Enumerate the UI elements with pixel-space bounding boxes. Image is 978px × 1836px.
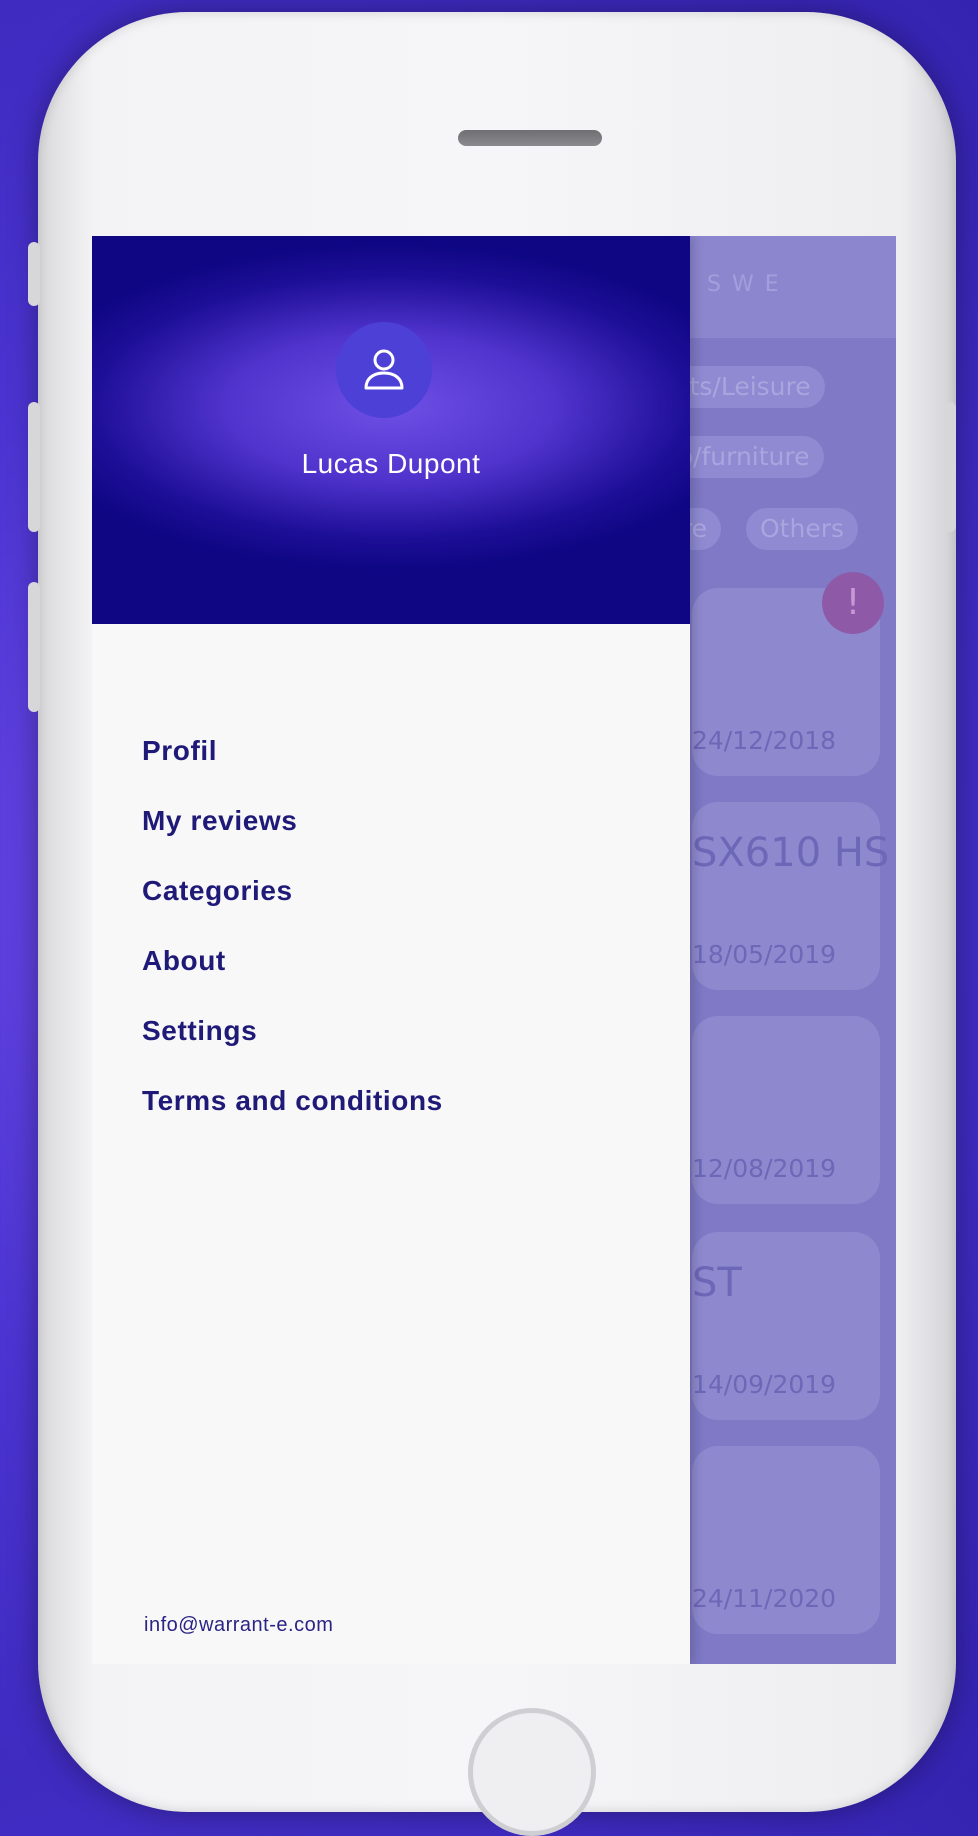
avatar[interactable] <box>336 322 432 418</box>
card-date: 24/12/2018 <box>692 726 837 755</box>
card-date: 18/05/2019 <box>692 940 837 969</box>
card-title: SX610 HS <box>692 830 890 876</box>
menu-item-profil[interactable]: Profil <box>142 716 443 786</box>
drawer-menu: Profil My reviews Categories About Setti… <box>142 716 443 1136</box>
power-button <box>944 402 956 532</box>
card-date: 12/08/2019 <box>692 1154 837 1183</box>
card-title: ST <box>692 1260 742 1306</box>
home-button[interactable] <box>468 1708 596 1836</box>
category-chip[interactable]: Others <box>746 508 859 550</box>
drawer-header: Lucas Dupont <box>92 236 690 624</box>
screen: S W E orts/Leisure co/furniture ure Othe… <box>92 236 896 1664</box>
user-icon <box>364 349 404 390</box>
menu-item-about[interactable]: About <box>142 926 443 996</box>
contact-email[interactable]: info@warrant-e.com <box>144 1614 333 1637</box>
navigation-drawer: Lucas Dupont Profil My reviews Categorie… <box>92 236 690 1664</box>
volume-up-button <box>28 242 40 306</box>
card-date: 24/11/2020 <box>692 1584 837 1613</box>
product-card[interactable]: SX610 HS 18/05/2019 <box>692 802 889 990</box>
volume-button-2 <box>28 582 40 712</box>
card-date: 14/09/2019 <box>692 1370 837 1399</box>
menu-item-categories[interactable]: Categories <box>142 856 443 926</box>
user-name: Lucas Dupont <box>301 448 481 479</box>
bg-header-title: S W E <box>707 272 781 297</box>
alert-badge: ! <box>822 572 884 634</box>
speaker-grille <box>458 130 602 146</box>
volume-button-1 <box>28 402 40 532</box>
menu-item-my-reviews[interactable]: My reviews <box>142 786 443 856</box>
menu-item-terms[interactable]: Terms and conditions <box>142 1066 443 1136</box>
product-card[interactable]: ST 14/09/2019 <box>692 1232 880 1420</box>
product-card[interactable]: 24/11/2020 <box>692 1446 880 1634</box>
menu-item-settings[interactable]: Settings <box>142 996 443 1066</box>
product-card[interactable]: 12/08/2019 <box>692 1016 880 1204</box>
